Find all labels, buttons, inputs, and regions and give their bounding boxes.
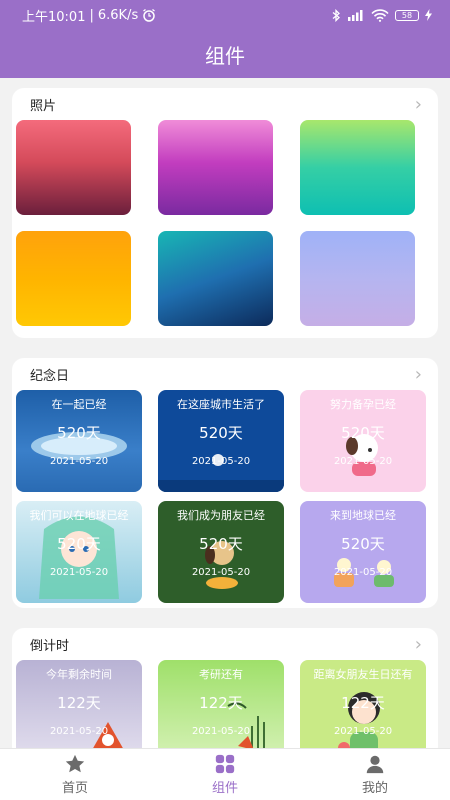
widget-date: 2021-05-20 [333, 726, 393, 737]
bluetooth-icon [332, 8, 340, 22]
anniversary-header[interactable]: 纪念日 › [12, 358, 438, 390]
widget-title: 在一起已经 [51, 398, 107, 411]
widget-title: 距离女朋友生日还有 [313, 668, 413, 681]
photo-widget-magenta[interactable] [158, 120, 273, 215]
widget-days: 520天 [57, 535, 101, 553]
chevron-right-icon[interactable]: › [415, 364, 422, 385]
widget-title: 今年剩余时间 [46, 668, 112, 681]
network-speed: 6.6K/s [97, 7, 139, 23]
widget-title: 我们成为朋友已经 [177, 509, 265, 522]
photos-title: 照片 [30, 98, 57, 114]
anniversary-widget[interactable]: 在这座城市生活了 520天 2021-05-20 [158, 390, 284, 492]
anniversary-widget[interactable]: 来到地球已经 520天 2021-05-20 [300, 501, 426, 603]
widget-days: 520天 [57, 424, 101, 442]
status-divider: | [89, 7, 94, 23]
anniversary-widget[interactable]: 努力备孕已经 520天 2021-05-20 [300, 390, 426, 492]
photo-widget-orange[interactable] [16, 231, 131, 326]
photos-card: 照片 › [12, 88, 438, 338]
widget-list[interactable]: 照片 › 纪念日 › 在一起已经 520天 2021-05-20 在这座城市生活… [0, 78, 450, 748]
widget-date: 2021-05-20 [49, 456, 109, 467]
tab-label: 组件 [211, 781, 238, 796]
status-bar: 上午10:01 | 6.6K/s 58 [0, 0, 450, 30]
anniversary-card: 纪念日 › 在一起已经 520天 2021-05-20 在这座城市生活了 520… [12, 358, 438, 608]
widget-date: 2021-05-20 [49, 726, 109, 737]
charging-icon [425, 9, 432, 21]
widget-days: 520天 [341, 424, 385, 442]
anniversary-title: 纪念日 [30, 368, 70, 384]
chevron-right-icon[interactable]: › [415, 94, 422, 115]
widget-days: 520天 [199, 535, 243, 553]
cartoon-girl-illustration [338, 692, 380, 748]
alarm-icon [143, 8, 156, 22]
countdown-title: 倒计时 [30, 638, 70, 654]
tab-mine[interactable]: 我的 [300, 749, 450, 800]
anniversary-widget[interactable]: 在一起已经 520天 2021-05-20 [16, 390, 142, 492]
widget-title: 努力备孕已经 [330, 398, 396, 411]
widget-title: 我们可以在地球已经 [29, 509, 129, 522]
anniversary-widget[interactable]: 我们可以在地球已经 520天 2021-05-20 [16, 501, 142, 603]
signal-icon [348, 10, 363, 21]
countdown-header[interactable]: 倒计时 › [12, 628, 438, 660]
countdown-widget[interactable]: 距离女朋友生日还有 122天 2021-05-20 [300, 660, 426, 748]
widget-date: 2021-05-20 [191, 456, 251, 467]
tab-widgets[interactable]: 组件 [150, 749, 300, 800]
widget-days: 122天 [57, 694, 101, 712]
photo-widget-green[interactable] [300, 120, 415, 215]
person-icon [366, 755, 384, 774]
widget-date: 2021-05-20 [333, 456, 393, 467]
app-bar: 组件 [0, 30, 450, 78]
countdown-widget[interactable]: 今年剩余时间 122天 2021-05-20 [16, 660, 142, 748]
photo-widget-blue[interactable] [158, 231, 273, 326]
battery-icon: 58 [395, 9, 419, 21]
widget-title: 来到地球已经 [330, 509, 396, 522]
widget-title: 考研还有 [199, 668, 243, 681]
photo-widget-red[interactable] [16, 120, 131, 215]
status-time: 上午10:01 [22, 9, 86, 25]
widget-date: 2021-05-20 [191, 726, 251, 737]
widget-date: 2021-05-20 [49, 567, 109, 578]
star-icon [65, 754, 85, 773]
bottom-tab-bar: 首页 组件 我的 [0, 748, 450, 800]
anniversary-widget[interactable]: 我们成为朋友已经 520天 2021-05-20 [158, 501, 284, 603]
tab-label: 我的 [361, 781, 388, 796]
widget-days: 520天 [341, 535, 385, 553]
page-title: 组件 [205, 43, 245, 68]
tab-label: 首页 [61, 781, 88, 796]
wifi-icon [371, 8, 389, 22]
photos-header[interactable]: 照片 › [12, 88, 438, 120]
widget-date: 2021-05-20 [333, 567, 393, 578]
countdown-card: 倒计时 › 今年剩余时间 122天 2021-05-20 考研还有 122天 2… [12, 628, 438, 748]
widget-title: 在这座城市生活了 [177, 398, 265, 411]
grid-icon [215, 754, 235, 774]
photo-widget-lavender[interactable] [300, 231, 415, 326]
chevron-right-icon[interactable]: › [415, 634, 422, 655]
widget-days: 520天 [199, 424, 243, 442]
tab-home[interactable]: 首页 [0, 749, 150, 800]
widget-date: 2021-05-20 [191, 567, 251, 578]
countdown-widget[interactable]: 考研还有 122天 2021-05-20 [158, 660, 284, 748]
widget-days: 122天 [199, 694, 243, 712]
widget-days: 122天 [341, 694, 385, 712]
